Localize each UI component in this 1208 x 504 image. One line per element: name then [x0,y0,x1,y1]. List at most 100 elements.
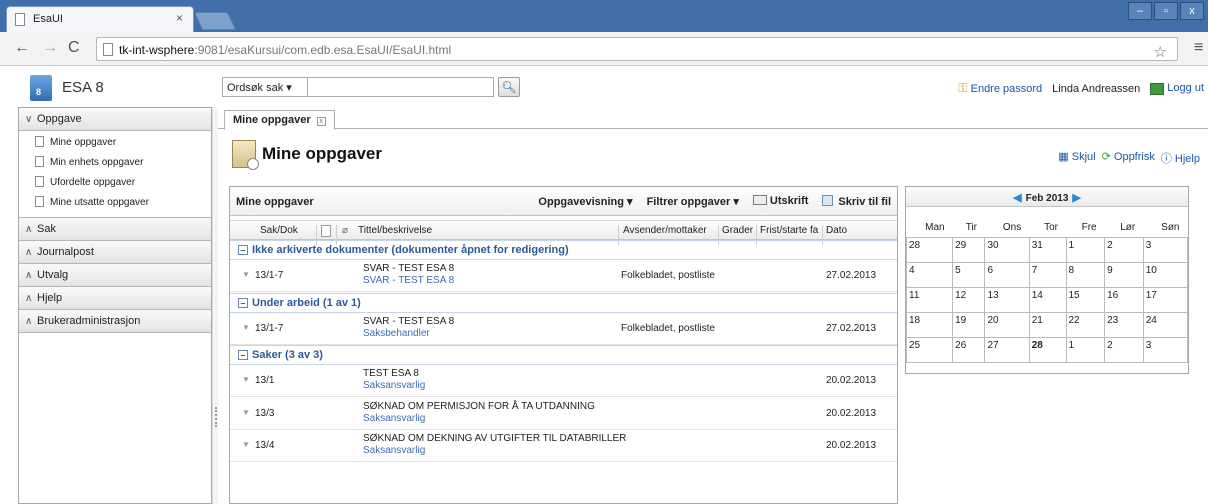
calendar-day[interactable]: 25 [905,336,954,363]
help-button[interactable]: ⓘ Hjelp [1161,150,1200,166]
calendar-day[interactable]: 8 [1065,261,1106,288]
browser-tab[interactable]: EsaUI × [6,6,194,32]
minimize-button[interactable]: – [1128,2,1152,20]
maximize-button[interactable]: ▫ [1154,2,1178,20]
col-title[interactable]: Tittel/beskrivelse [358,225,432,236]
previous-month-arrow-icon[interactable]: ◀ [1013,192,1021,204]
refresh-button[interactable]: ⟳ Oppfrisk [1102,150,1155,166]
row-subtitle: Saksansvarlig [363,380,426,391]
col-sak-dok[interactable]: Sak/Dok [260,225,298,236]
sidebar-section-oppgave[interactable]: ∨ Oppgave [19,108,211,131]
calendar-day[interactable]: 13 [984,286,1030,313]
sidebar-section-sak[interactable]: ∧ Sak [19,218,211,241]
table-row[interactable]: ▼ 13/1 TEST ESA 8 Saksansvarlig 20.02.20… [230,365,897,397]
calendar-day[interactable]: 28 [1028,336,1067,363]
calendar-day[interactable]: 11 [905,286,954,313]
sidebar-splitter[interactable] [212,107,218,504]
tab-mine-oppgaver[interactable]: Mine oppgaver x [224,110,335,130]
calendar-day[interactable]: 6 [984,261,1030,288]
search-button[interactable]: 🔍︎ [498,77,520,97]
expand-arrow-icon[interactable]: ▼ [242,408,250,417]
forward-arrow-icon[interactable]: → [42,39,58,57]
calendar-day[interactable]: 31 [1028,236,1067,263]
close-tab-icon[interactable]: × [176,11,183,25]
calendar-day[interactable]: 19 [952,311,986,338]
view-dropdown[interactable]: Oppgavevisning ▾ [538,195,632,208]
calendar-day[interactable]: 20 [984,311,1030,338]
calendar-day[interactable]: 3 [1142,336,1189,363]
print-button[interactable]: Utskrift [752,195,808,208]
group-header-ikke-arkiverte[interactable]: – Ikke arkiverte dokumenter (dokumenter å… [230,240,897,260]
col-grader[interactable]: Grader [722,225,753,236]
write-file-button[interactable]: Skriv til fil [822,195,891,208]
col-date[interactable]: Dato [826,225,847,236]
expand-arrow-icon[interactable]: ▼ [242,270,250,279]
collapse-icon[interactable]: – [238,298,248,308]
sidebar-item-mine-utsatte-oppgaver[interactable]: Mine utsatte oppgaver [19,193,211,213]
calendar-day[interactable]: 22 [1065,311,1106,338]
expand-arrow-icon[interactable]: ▼ [242,440,250,449]
calendar-day[interactable]: 28 [905,236,954,263]
group-header-saker[interactable]: – Saker (3 av 3) [230,345,897,365]
star-icon[interactable]: ☆ [1154,43,1167,61]
logout-link[interactable]: Logg ut [1150,82,1204,95]
close-icon[interactable]: x [316,117,326,126]
logout-label: Logg ut [1167,82,1204,95]
calendar-day[interactable]: 27 [984,336,1030,363]
collapse-icon[interactable]: – [238,350,248,360]
hide-button[interactable]: ▦ Skjul [1058,150,1095,166]
calendar-day[interactable]: 23 [1104,311,1144,338]
calendar-day[interactable]: 1 [1065,336,1106,363]
calendar-day[interactable]: 12 [952,286,986,313]
calendar-day[interactable]: 17 [1142,286,1189,313]
table-row[interactable]: ▼ 13/1-7 SVAR - TEST ESA 8 Saksbehandler… [230,313,897,345]
splitter-handle[interactable] [215,407,217,427]
next-month-arrow-icon[interactable]: ▶ [1072,192,1080,204]
calendar-day[interactable]: 14 [1028,286,1067,313]
filter-dropdown[interactable]: Filtrer oppgaver ▾ [647,195,739,208]
calendar-day[interactable]: 3 [1142,236,1189,263]
group-header-under-arbeid[interactable]: – Under arbeid (1 av 1) [230,293,897,313]
calendar-day[interactable]: 4 [905,261,954,288]
reload-icon[interactable]: C [68,39,80,57]
calendar-day[interactable]: 16 [1104,286,1144,313]
table-row[interactable]: ▼ 13/3 SØKNAD OM PERMISJON FOR Å TA UTDA… [230,398,897,430]
calendar-day[interactable]: 2 [1104,236,1144,263]
calendar-day[interactable]: 29 [952,236,986,263]
table-row[interactable]: ▼ 13/1-7 SVAR - TEST ESA 8 SVAR - TEST E… [230,260,897,292]
col-sender[interactable]: Avsender/mottaker [623,225,707,236]
sidebar-section-hjelp[interactable]: ∧ Hjelp [19,287,211,310]
calendar-day[interactable]: 15 [1065,286,1106,313]
change-password-link[interactable]: ⚿ Endre passord [958,81,1042,96]
calendar-day[interactable]: 7 [1028,261,1067,288]
sidebar-item-ufordelte-oppgaver[interactable]: Ufordelte oppgaver [19,173,211,193]
sidebar-section-brukeradministrasjon[interactable]: ∧ Brukeradministrasjon [19,310,211,333]
expand-arrow-icon[interactable]: ▼ [242,323,250,332]
calendar-day[interactable]: 9 [1104,261,1144,288]
new-tab-button[interactable] [193,12,237,30]
calendar-day[interactable]: 1 [1065,236,1106,263]
search-mode-select[interactable]: Ordsøk sak ▾ [222,77,308,97]
menu-icon[interactable]: ≡ [1194,39,1203,57]
calendar-day[interactable]: 18 [905,311,954,338]
task-panel-tools: Oppgavevisning ▾ Filtrer oppgaver ▾ Utsk… [538,195,891,208]
expand-arrow-icon[interactable]: ▼ [242,375,250,384]
sidebar-section-utvalg[interactable]: ∧ Utvalg [19,264,211,287]
close-window-button[interactable]: x [1180,2,1204,20]
table-row[interactable]: ▼ 13/4 SØKNAD OM DEKNING AV UTGIFTER TIL… [230,430,897,462]
calendar-day[interactable]: 30 [984,236,1030,263]
sidebar-section-journalpost[interactable]: ∧ Journalpost [19,241,211,264]
calendar-day[interactable]: 5 [952,261,986,288]
collapse-icon[interactable]: – [238,245,248,255]
calendar-day[interactable]: 26 [952,336,986,363]
calendar-day[interactable]: 2 [1104,336,1144,363]
sidebar-item-min-enhets-oppgaver[interactable]: Min enhets oppgaver [19,153,211,173]
calendar-day[interactable]: 21 [1028,311,1067,338]
search-input[interactable] [308,77,494,97]
calendar-day[interactable]: 10 [1142,261,1189,288]
col-deadline[interactable]: Frist/starte fa [760,225,820,236]
back-arrow-icon[interactable]: ← [14,39,30,57]
sidebar-item-mine-oppgaver[interactable]: Mine oppgaver [19,133,211,153]
calendar-day[interactable]: 24 [1142,311,1189,338]
address-bar[interactable]: tk-int-wsphere:9081/esaKursui/com.edb.es… [96,37,1178,61]
